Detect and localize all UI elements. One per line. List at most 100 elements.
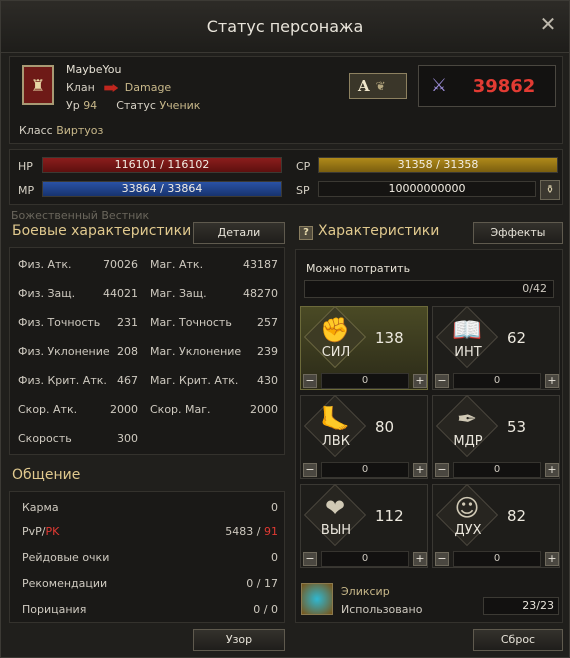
attribute-stepper: − 0 +	[433, 462, 561, 478]
combat-power-value: 39862	[472, 76, 536, 97]
stat-row: Скор. Атк. 2000 Скор. Маг. 2000	[10, 399, 286, 419]
hp-label: HP	[18, 160, 33, 173]
stat-value: 43187	[243, 258, 278, 271]
stat-label: Маг. Уклонение	[150, 345, 242, 358]
recommendations-value: 0 / 17	[246, 577, 278, 590]
elixir-used-value: 23/23	[483, 597, 559, 615]
stat-label: Маг. Защ.	[150, 287, 207, 300]
pvp-pk-value: 5483 / 91	[225, 525, 278, 538]
attribute-card-men[interactable]: ☺ ДУХ 82 − 0 +	[432, 483, 561, 568]
spend-points-field: 0/42	[304, 280, 554, 298]
attribute-card-dex[interactable]: 🦶 ЛВК 80 − 0 +	[300, 394, 428, 479]
increase-button[interactable]: +	[545, 552, 559, 566]
feather-icon: ✒	[456, 405, 478, 433]
grade-letter: A	[358, 77, 370, 95]
help-icon[interactable]: ?	[299, 226, 313, 240]
cp-label: CP	[296, 160, 311, 173]
increase-button[interactable]: +	[545, 374, 559, 388]
head-icon: ☺	[454, 494, 480, 522]
karma-value: 0	[271, 501, 278, 514]
profile-panel: ♜ MaybeYou Клан Damage Ур 94 Статус Учен…	[9, 56, 563, 144]
stat-label: Маг. Точность	[150, 316, 232, 329]
decrease-button[interactable]: −	[435, 552, 449, 566]
attribute-name: СИЛ	[321, 345, 351, 360]
decrease-button[interactable]: −	[435, 374, 449, 388]
clan-label: Клан	[66, 81, 95, 94]
decrease-button[interactable]: −	[303, 463, 317, 477]
effects-button[interactable]: Эффекты	[473, 222, 563, 244]
stat-row: Физ. Уклонение 208 Маг. Уклонение 239	[10, 341, 286, 361]
stat-label: Физ. Защ.	[18, 287, 76, 300]
stat-label: Физ. Точность	[18, 316, 101, 329]
stat-label: Физ. Крит. Атк.	[18, 374, 107, 387]
increase-button[interactable]: +	[413, 552, 427, 566]
attributes-title: Характеристики	[318, 223, 440, 239]
sp-potion-icon[interactable]: ⚱	[540, 180, 560, 200]
clan-value[interactable]: Damage	[125, 81, 171, 94]
attribute-name: МДР	[453, 434, 483, 449]
decrease-button[interactable]: −	[435, 463, 449, 477]
attribute-stepper: − 0 +	[301, 373, 429, 389]
stat-label: Скор. Маг.	[150, 403, 211, 416]
stat-value: 231	[117, 316, 138, 329]
title-bar: Статус персонажа ✕	[1, 1, 569, 53]
stat-value: 2000	[250, 403, 278, 416]
grade-badge[interactable]: A ❦	[349, 73, 407, 99]
stat-value: 467	[117, 374, 138, 387]
stat-label: Скорость	[18, 432, 72, 445]
increase-button[interactable]: +	[413, 463, 427, 477]
decrease-button[interactable]: −	[303, 552, 317, 566]
spend-label: Можно потратить	[306, 262, 411, 275]
character-status-window: Статус персонажа ✕ ♜ MaybeYou Клан Damag…	[0, 0, 570, 658]
hp-bar: 116101 / 116102	[42, 157, 282, 173]
attribute-card-int[interactable]: 📖 ИНТ 62 − 0 +	[432, 305, 560, 390]
decrease-button[interactable]: −	[303, 374, 317, 388]
allocation-value: 0	[453, 551, 541, 567]
stat-value: 44021	[103, 287, 138, 300]
stat-label: Скор. Атк.	[18, 403, 78, 416]
level-label: Ур	[66, 99, 80, 112]
attribute-value: 138	[375, 329, 404, 347]
attribute-name: ДУХ	[454, 523, 482, 538]
sp-bar: 10000000000	[318, 181, 536, 197]
attribute-stepper: − 0 +	[301, 551, 429, 567]
attribute-value: 62	[507, 329, 527, 347]
allocation-value: 0	[321, 462, 409, 478]
stat-label: Маг. Крит. Атк.	[150, 374, 239, 387]
attribute-stepper: − 0 +	[433, 551, 561, 567]
background-title-text: Божественный Вестник	[11, 209, 150, 222]
sp-label: SP	[296, 184, 310, 197]
attribute-card-wit[interactable]: ✒ МДР 53 − 0 +	[432, 394, 561, 479]
karma-label: Карма	[22, 501, 59, 514]
attribute-value: 53	[507, 418, 527, 436]
stat-value: 300	[117, 432, 138, 445]
stat-label: Маг. Атк.	[150, 258, 204, 271]
allocation-value: 0	[321, 551, 409, 567]
social-panel: Карма 0 PvP/PK 5483 / 91 Рейдовые очки 0…	[9, 491, 285, 623]
close-icon[interactable]: ✕	[537, 13, 559, 35]
increase-button[interactable]: +	[413, 374, 427, 388]
censures-value: 0 / 0	[253, 603, 278, 616]
pvp-value: 5483 /	[225, 525, 264, 538]
stat-row: Физ. Крит. Атк. 467 Маг. Крит. Атк. 430	[10, 370, 286, 390]
allocation-value: 0	[321, 373, 409, 389]
pattern-button[interactable]: Узор	[193, 629, 285, 651]
stat-value: 70026	[103, 258, 138, 271]
class-emblem-icon: ♜	[22, 65, 54, 105]
attribute-card-con[interactable]: ❤ ВЫН 112 − 0 +	[300, 483, 429, 568]
heart-icon: ❤	[324, 494, 346, 522]
elixir-row: Эликсир Использовано 23/23	[297, 579, 561, 621]
increase-button[interactable]: +	[545, 463, 559, 477]
elixir-icon[interactable]	[301, 583, 333, 615]
elixir-used-label: Использовано	[341, 603, 423, 616]
stat-value: 239	[257, 345, 278, 358]
stat-value: 48270	[243, 287, 278, 300]
combat-power-icon: ⚔	[430, 75, 448, 96]
pvp-label: PvP/	[22, 525, 46, 538]
reset-button[interactable]: Сброс	[473, 629, 563, 651]
pk-label: PK	[45, 525, 60, 538]
attribute-card-str[interactable]: ✊ СИЛ 138 − 0 +	[300, 305, 429, 390]
details-button[interactable]: Детали	[193, 222, 285, 244]
level-value: 94	[83, 99, 98, 112]
mp-label: MP	[18, 184, 35, 197]
